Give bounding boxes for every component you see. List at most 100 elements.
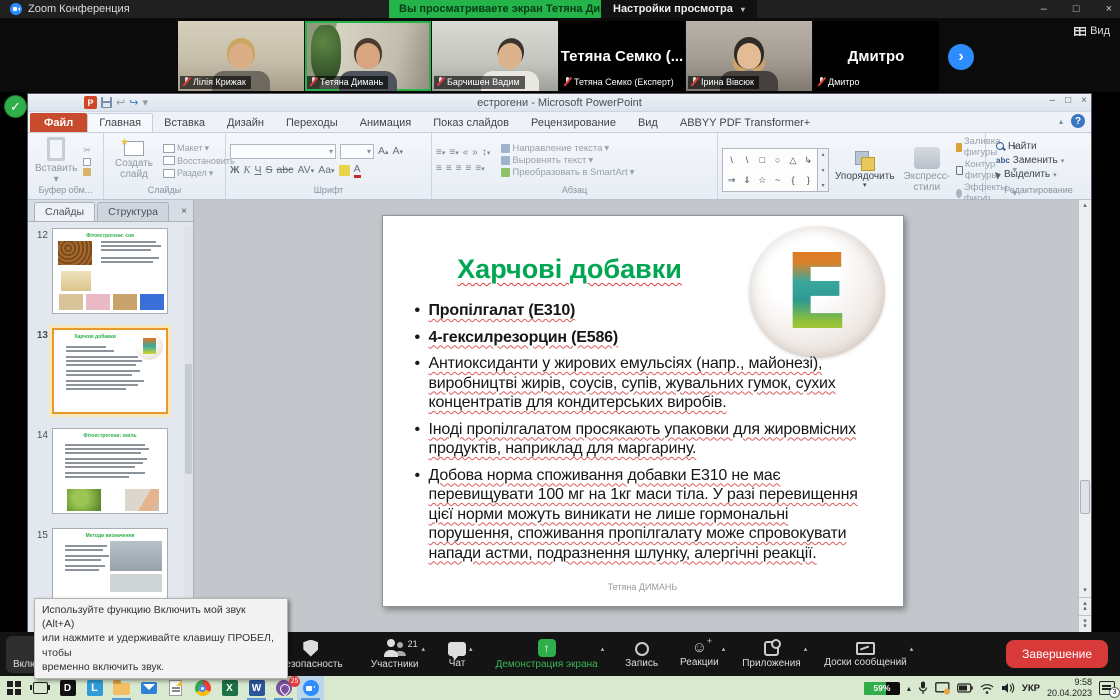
align-text-button[interactable]: Выровнять текст▾ bbox=[501, 155, 634, 166]
highlight-color-button[interactable] bbox=[339, 165, 350, 176]
format-painter-button[interactable] bbox=[83, 168, 91, 176]
bullets-button[interactable]: ≡▾ bbox=[436, 147, 445, 158]
align-left-button[interactable]: ≡ bbox=[436, 163, 442, 174]
align-center-button[interactable]: ≡ bbox=[446, 163, 452, 174]
view-settings-button[interactable]: Настройки просмотра ▾ bbox=[601, 0, 757, 18]
tray-screen-share-icon[interactable] bbox=[935, 682, 950, 695]
ppt-close-button[interactable]: × bbox=[1081, 95, 1087, 106]
tab-view[interactable]: Вид bbox=[627, 113, 669, 132]
justify-button[interactable]: ≡ bbox=[466, 163, 472, 174]
numbering-button[interactable]: ≡▾ bbox=[449, 147, 458, 158]
chat-button[interactable]: Чат bbox=[441, 637, 473, 672]
copy-button[interactable] bbox=[83, 158, 91, 166]
new-slide-button[interactable]: Создать слайд bbox=[108, 141, 160, 180]
scrollbar-thumb[interactable] bbox=[1080, 480, 1090, 514]
task-view-button[interactable] bbox=[27, 676, 54, 700]
start-button[interactable] bbox=[0, 676, 27, 700]
replace-button[interactable]: abcЗаменить▾ bbox=[996, 155, 1064, 166]
italic-button[interactable]: К bbox=[244, 165, 251, 176]
video-tile-semko[interactable]: Тетяна Семко (... Тетяна Семко (Експерт) bbox=[559, 21, 685, 91]
layout-button[interactable]: Макет▾ bbox=[163, 143, 235, 154]
scroll-up-icon[interactable]: ▴ bbox=[1083, 200, 1087, 212]
grow-font-button[interactable]: A▴ bbox=[378, 145, 389, 157]
tab-animation[interactable]: Анимация bbox=[349, 113, 423, 132]
help-button[interactable]: ? bbox=[1071, 114, 1085, 128]
whiteboards-button[interactable]: Доски сообщений bbox=[817, 637, 914, 671]
reactions-button[interactable]: ☺+ Реакции bbox=[673, 637, 726, 671]
arrange-button[interactable]: Упорядочить ▾ bbox=[832, 151, 898, 190]
video-tile-iryna[interactable]: Ірина Вівсюк bbox=[686, 21, 812, 91]
font-color-button[interactable]: A bbox=[354, 163, 361, 178]
tab-slideshow[interactable]: Показ слайдов bbox=[422, 113, 520, 132]
panel-close-icon[interactable]: × bbox=[181, 206, 187, 217]
tab-design[interactable]: Дизайн bbox=[216, 113, 275, 132]
shrink-font-button[interactable]: A▾ bbox=[393, 145, 404, 157]
video-tile-tetiana-dyman[interactable]: Тетяна Димань bbox=[305, 21, 431, 91]
taskbar-zoom[interactable] bbox=[297, 676, 324, 700]
panel-tab-slides[interactable]: Слайды bbox=[34, 202, 95, 221]
tray-mic-icon[interactable] bbox=[918, 681, 928, 695]
minimize-button[interactable]: – bbox=[1041, 3, 1047, 15]
video-tile-barchyshen[interactable]: Барчишен Вадим bbox=[432, 21, 558, 91]
slide-thumbnail-12[interactable]: 12 Фітоестрогени: соя bbox=[28, 228, 183, 314]
convert-smartart-button[interactable]: Преобразовать в SmartArt▾ bbox=[501, 167, 634, 178]
view-layout-button[interactable]: Вид bbox=[1068, 23, 1116, 39]
taskbar-excel[interactable]: X bbox=[216, 676, 243, 700]
tray-expand-icon[interactable]: ▴ bbox=[907, 684, 911, 693]
quick-styles-button[interactable]: Экспресс-стили bbox=[901, 147, 954, 193]
participants-button[interactable]: 21 Участники bbox=[364, 636, 426, 673]
increase-indent-button[interactable]: » bbox=[472, 147, 478, 158]
ppt-minimize-button[interactable]: – bbox=[1050, 95, 1056, 106]
shapes-gallery[interactable]: \\□○△↳ ⇒⇓☆~{} bbox=[722, 148, 818, 192]
taskbar-mail[interactable] bbox=[135, 676, 162, 700]
font-name-select[interactable]: ▾ bbox=[230, 144, 336, 159]
decrease-indent-button[interactable]: « bbox=[463, 147, 469, 158]
next-slide-button[interactable]: ▾▾ bbox=[1079, 615, 1091, 633]
reset-button[interactable]: Восстановить bbox=[163, 156, 235, 166]
line-spacing-button[interactable]: ↕▾ bbox=[482, 147, 491, 158]
tab-file[interactable]: Файл bbox=[30, 113, 87, 132]
record-button[interactable]: Запись bbox=[618, 637, 665, 672]
underline-button[interactable]: Ч bbox=[254, 164, 261, 176]
taskbar-app-d[interactable]: D bbox=[54, 676, 81, 700]
paste-button[interactable]: Вставить ▾ bbox=[32, 137, 80, 185]
text-direction-button[interactable]: Направление текста▾ bbox=[501, 143, 634, 154]
cut-button[interactable]: ✂ bbox=[83, 145, 91, 156]
tab-home[interactable]: Главная bbox=[87, 113, 153, 132]
select-button[interactable]: Выделить▾ bbox=[996, 169, 1057, 180]
tab-transitions[interactable]: Переходы bbox=[275, 113, 349, 132]
align-right-button[interactable]: ≡ bbox=[456, 163, 462, 174]
find-button[interactable]: Найти bbox=[996, 141, 1037, 152]
tray-wifi-icon[interactable] bbox=[980, 683, 994, 694]
taskbar-word[interactable]: W bbox=[243, 676, 270, 700]
tab-insert[interactable]: Вставка bbox=[153, 113, 216, 132]
next-participants-button[interactable]: › bbox=[948, 44, 974, 70]
close-button[interactable]: × bbox=[1106, 3, 1112, 15]
section-button[interactable]: Раздел▾ bbox=[163, 168, 235, 179]
video-tile-dmytro[interactable]: Дмитро Дмитро bbox=[813, 21, 939, 91]
video-tile-lilia[interactable]: Лілія Крижак bbox=[178, 21, 304, 91]
font-size-select[interactable]: ▾ bbox=[340, 144, 374, 159]
tray-battery-icon[interactable] bbox=[957, 683, 973, 693]
scroll-down-icon[interactable]: ▾ bbox=[1083, 585, 1087, 597]
shapes-scroll[interactable]: ▴▾▾ bbox=[818, 148, 829, 192]
taskbar-file-explorer[interactable] bbox=[108, 676, 135, 700]
tab-abbyy[interactable]: ABBYY PDF Transformer+ bbox=[669, 113, 821, 132]
action-center-icon[interactable]: 3 bbox=[1099, 681, 1115, 695]
language-indicator[interactable]: УКР bbox=[1022, 683, 1040, 694]
taskbar-app-l[interactable]: L bbox=[81, 676, 108, 700]
abc-strike-button[interactable]: abc bbox=[277, 164, 294, 176]
taskbar-viber[interactable]: 25 bbox=[270, 676, 297, 700]
tray-volume-icon[interactable] bbox=[1001, 682, 1015, 694]
taskbar-libreoffice[interactable] bbox=[162, 676, 189, 700]
collapse-ribbon-icon[interactable]: ▴ bbox=[1059, 117, 1063, 126]
vertical-scrollbar[interactable]: ▴ ▾ ▴▴ ▾▾ bbox=[1078, 200, 1091, 633]
current-slide[interactable]: Е Харчові добавки Пропілгалат (Е310) 4-г… bbox=[382, 215, 904, 607]
columns-button[interactable]: ≡▾ bbox=[475, 163, 484, 174]
slide-thumbnail-13-selected[interactable]: 13 Харчові добавки bbox=[28, 328, 183, 414]
panel-scrollbar[interactable] bbox=[184, 226, 193, 633]
previous-slide-button[interactable]: ▴▴ bbox=[1079, 597, 1091, 615]
apps-button[interactable]: Приложения bbox=[735, 637, 808, 672]
clock[interactable]: 9:58 20.04.2023 bbox=[1047, 677, 1092, 699]
char-spacing-button[interactable]: AV▾ bbox=[297, 164, 314, 176]
